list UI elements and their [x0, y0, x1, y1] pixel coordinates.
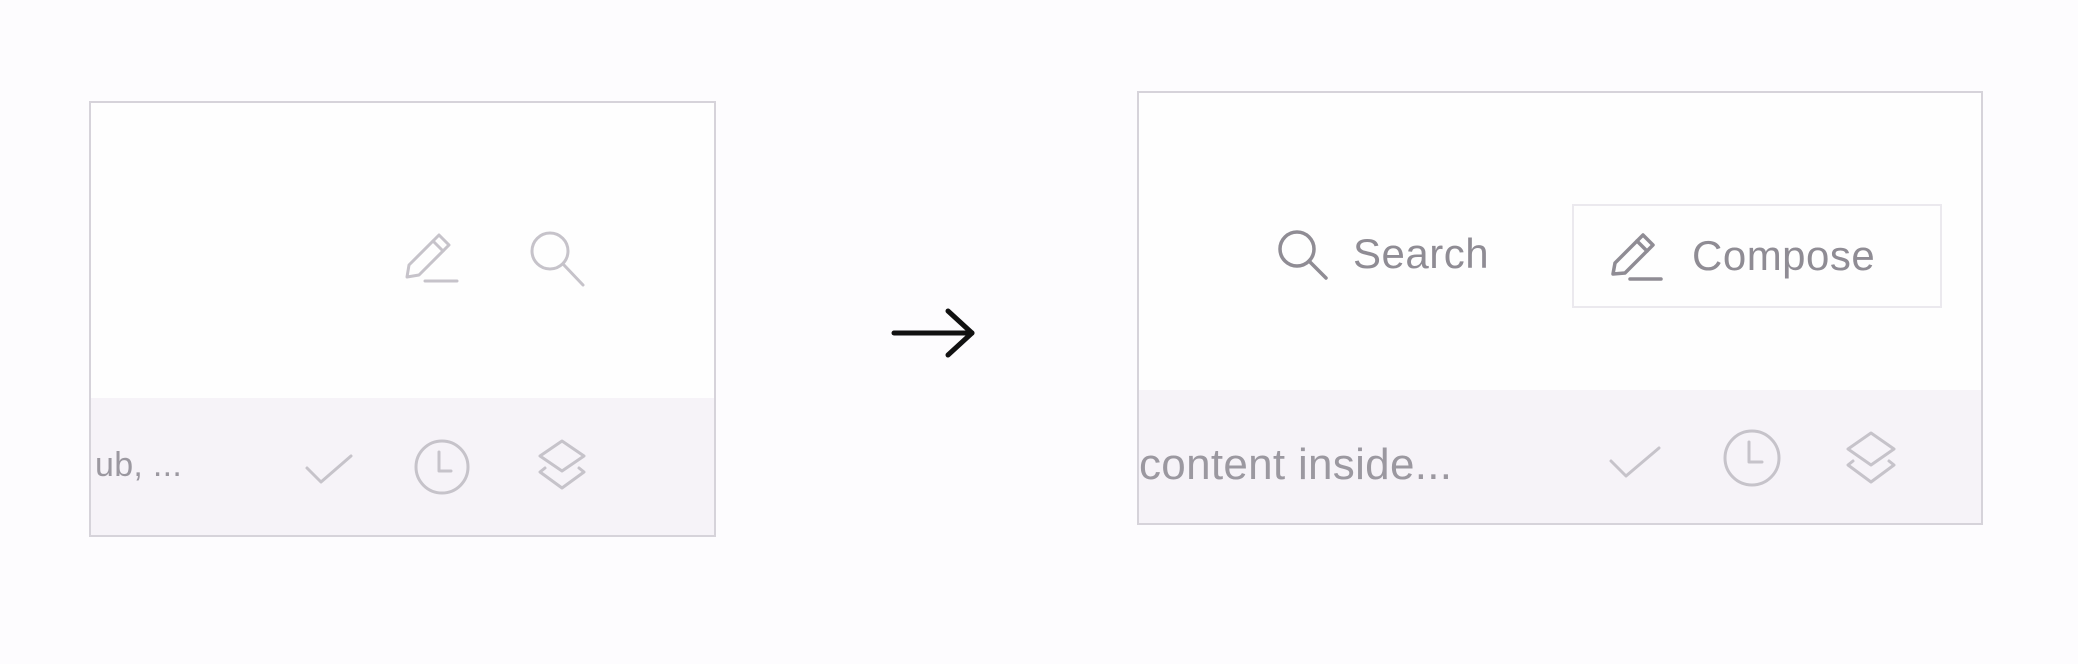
before-toolbar	[91, 103, 714, 398]
row-preview-text: ub, ...	[95, 446, 183, 484]
check-icon[interactable]	[305, 454, 353, 486]
clock-icon[interactable]	[413, 438, 471, 496]
row-preview-text: content inside...	[1139, 440, 1453, 489]
right-arrow-icon	[890, 303, 978, 363]
check-icon[interactable]	[1609, 446, 1661, 480]
layers-icon[interactable]	[537, 438, 587, 492]
after-list-row[interactable]: content inside...	[1139, 390, 1981, 523]
compose-button[interactable]: Compose	[1572, 204, 1942, 308]
comparison-stage: ub, ... Search Compose content inside...	[0, 0, 2078, 664]
before-list-row[interactable]: ub, ...	[91, 398, 714, 535]
clock-icon[interactable]	[1722, 428, 1782, 488]
compose-button-label: Compose	[1692, 232, 1876, 279]
search-icon[interactable]	[528, 229, 586, 289]
pencil-icon	[1608, 227, 1664, 285]
pencil-icon[interactable]	[401, 227, 459, 289]
after-panel: Search Compose content inside...	[1137, 91, 1983, 525]
search-icon	[1275, 227, 1329, 281]
search-button[interactable]: Search	[1275, 215, 1535, 293]
layers-icon[interactable]	[1845, 430, 1897, 486]
search-button-label: Search	[1353, 230, 1490, 277]
after-toolbar: Search Compose	[1139, 93, 1981, 390]
before-panel: ub, ...	[89, 101, 716, 537]
